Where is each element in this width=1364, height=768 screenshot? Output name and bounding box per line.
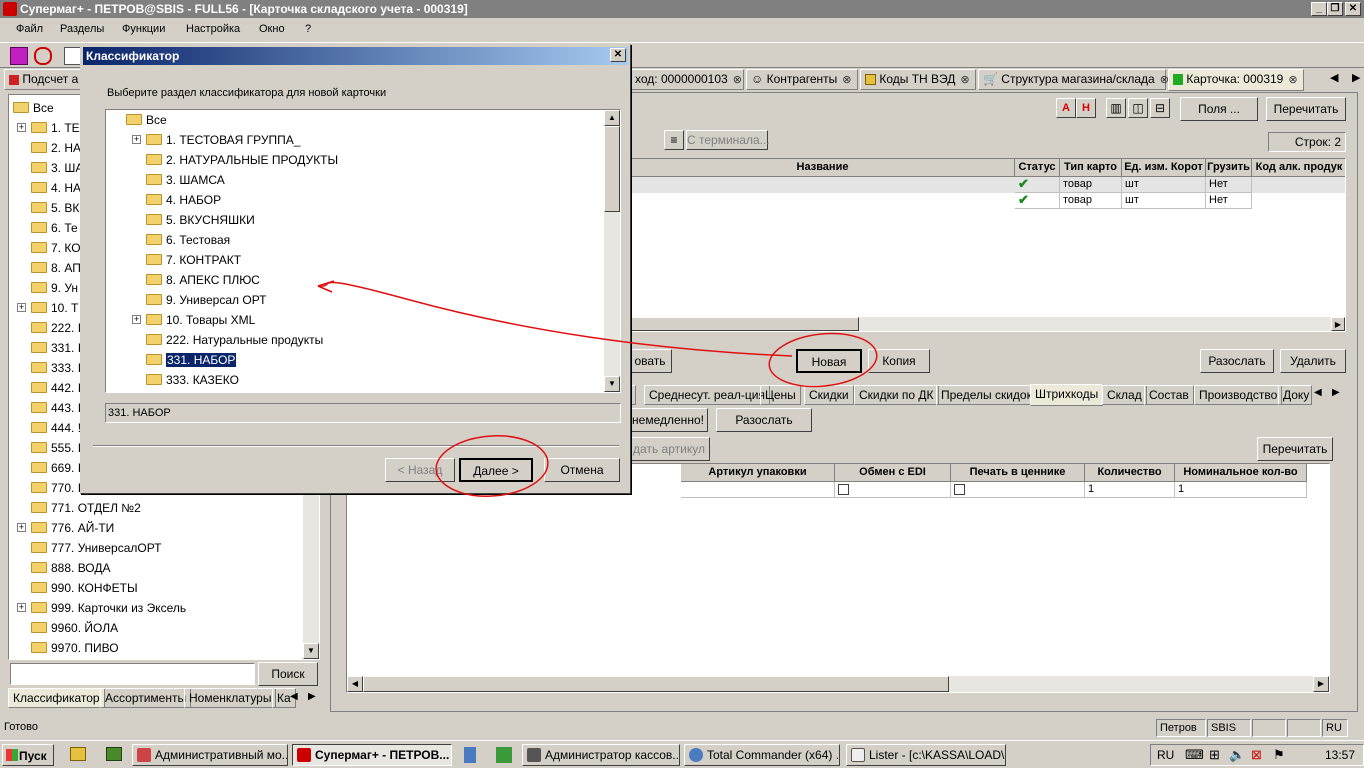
network-error-icon[interactable]: ⊠ <box>1251 747 1262 763</box>
cash-app-icon <box>527 748 541 762</box>
annotation-circle-next <box>435 435 549 497</box>
system-tray: RU ⌨ ⊞ 🔈 ⊠ ⚑ 13:57 <box>1150 744 1364 766</box>
task-lister[interactable]: Lister - [c:\KASSA\LOAD\... <box>846 744 1006 766</box>
taskbar: Пуск Административный мо... Супермаг+ - … <box>0 740 1364 768</box>
app-quicklaunch-icon[interactable] <box>106 747 122 761</box>
task-label: Lister - [c:\KASSA\LOAD\... <box>869 748 1006 762</box>
task-label: Супермаг+ - ПЕТРОВ... <box>315 748 450 762</box>
task-admin-module[interactable]: Административный мо... <box>132 744 288 766</box>
total-commander-icon <box>689 748 703 762</box>
status-sbis: SBIS <box>1207 719 1251 737</box>
task-total-commander[interactable]: Total Commander (x64) ... <box>684 744 840 766</box>
status-empty-2 <box>1287 719 1321 737</box>
task-label: Административный мо... <box>155 748 288 762</box>
windows-logo-icon <box>6 749 18 761</box>
keyboard-icon[interactable]: ⌨ <box>1185 747 1204 763</box>
status-empty-1 <box>1252 719 1286 737</box>
supermag-app-icon <box>297 748 311 762</box>
admin-app-icon <box>137 748 151 762</box>
lister-icon <box>851 748 865 762</box>
task-label: Total Commander (x64) ... <box>707 748 840 762</box>
status-bar: Готово Петров SBIS RU <box>0 717 1364 739</box>
task-supermag[interactable]: Супермаг+ - ПЕТРОВ... <box>292 744 452 766</box>
status-text: Готово <box>4 721 38 733</box>
flag-icon[interactable]: ⚑ <box>1273 747 1285 763</box>
tray-lang[interactable]: RU <box>1157 748 1174 762</box>
annotation-layer <box>317 280 878 497</box>
folder-quicklaunch-icon[interactable] <box>70 747 86 761</box>
status-user: Петров <box>1156 719 1206 737</box>
annotation-circle-new <box>768 332 878 388</box>
volume-icon[interactable]: 🔈 <box>1229 747 1245 763</box>
annotation-arrow <box>317 281 793 357</box>
task-cash-admin[interactable]: Администратор кассов... <box>522 744 680 766</box>
phone-quicklaunch-icon[interactable] <box>464 747 476 763</box>
start-button[interactable]: Пуск <box>2 744 54 766</box>
network-icon[interactable]: ⊞ <box>1209 747 1220 763</box>
status-lang: RU <box>1322 719 1348 737</box>
start-label: Пуск <box>19 749 47 763</box>
house-quicklaunch-icon[interactable] <box>496 747 512 763</box>
clock: 13:57 <box>1325 748 1356 762</box>
task-label: Администратор кассов... <box>545 748 680 762</box>
